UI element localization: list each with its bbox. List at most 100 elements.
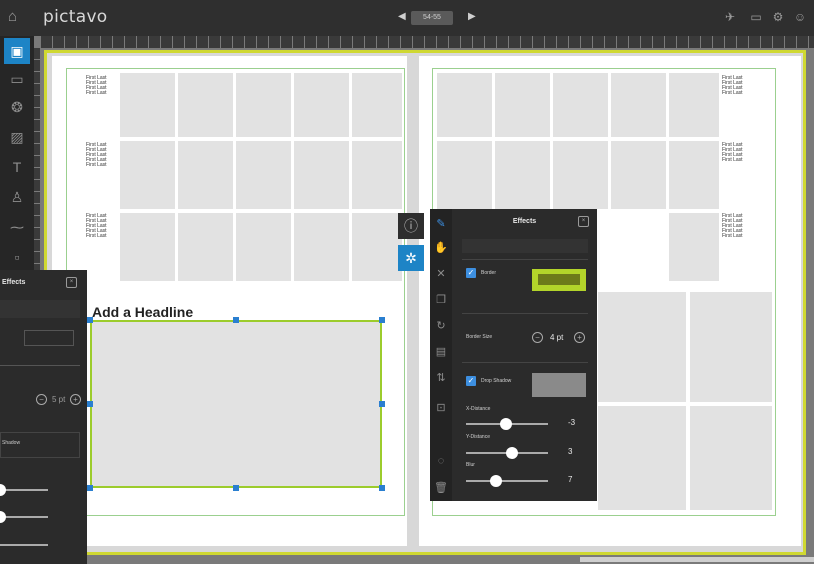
name-list[interactable]: First Last First Last First Last First L… — [86, 76, 107, 96]
photo-frame[interactable] — [352, 73, 402, 137]
photo-frame[interactable] — [598, 406, 686, 510]
name-list[interactable]: First Last First Last First Last First L… — [86, 214, 107, 239]
photo-frame[interactable] — [553, 141, 608, 209]
stamp-tool-icon[interactable]: ♙ — [4, 184, 30, 210]
photo-frame[interactable] — [611, 141, 666, 209]
photo-frame[interactable] — [178, 213, 233, 281]
resize-handle[interactable] — [87, 401, 93, 407]
blur-track[interactable] — [466, 480, 548, 482]
effects-preset-row[interactable] — [462, 239, 588, 253]
color-swatch[interactable] — [24, 330, 74, 346]
border-size-value[interactable]: 4 pt — [550, 333, 563, 342]
y-distance-slider[interactable] — [506, 447, 518, 459]
photo-frame[interactable] — [495, 141, 550, 209]
size-value[interactable]: 5 pt — [52, 395, 65, 404]
headline-text[interactable]: Add a Headline — [92, 304, 193, 320]
image-tool-icon[interactable]: ▨ — [4, 124, 30, 150]
slider-track[interactable] — [0, 544, 48, 546]
next-page-button[interactable]: ▶ — [468, 11, 476, 22]
shadow-color-swatch[interactable] — [532, 373, 586, 397]
photo-frame[interactable] — [495, 73, 550, 137]
photo-frame[interactable] — [294, 213, 349, 281]
effects-toggle-icon[interactable]: ✲ — [398, 245, 424, 271]
crop-icon[interactable]: ✕ — [433, 267, 449, 283]
slider-knob[interactable] — [0, 484, 6, 496]
photo-frame[interactable] — [178, 73, 233, 137]
trash-icon[interactable]: 🗑 — [433, 481, 449, 497]
name-list[interactable]: First Last First Last First Last First L… — [722, 214, 743, 239]
photo-frame[interactable] — [669, 73, 719, 137]
photo-frame[interactable] — [236, 73, 291, 137]
photo-frame[interactable] — [437, 73, 492, 137]
home-icon[interactable]: ⌂ — [8, 8, 28, 28]
name-list[interactable]: First Last First Last First Last First L… — [722, 143, 743, 163]
resize-handle[interactable] — [87, 485, 93, 491]
layers-icon[interactable]: ▤ — [433, 345, 449, 361]
gear-icon[interactable]: ⚙ — [770, 10, 786, 26]
x-distance-slider[interactable] — [500, 418, 512, 430]
name-list[interactable]: First Last First Last First Last First L… — [86, 143, 107, 168]
resize-handle[interactable] — [233, 485, 239, 491]
rotate-icon[interactable]: ↻ — [433, 319, 449, 335]
slider-knob[interactable] — [0, 511, 6, 523]
preset-row[interactable] — [0, 300, 80, 318]
drop-shadow-checkbox[interactable]: ✓ — [466, 376, 476, 386]
photo-frame[interactable] — [437, 141, 492, 209]
lock-icon[interactable]: ⊡ — [433, 401, 449, 417]
border-checkbox[interactable]: ✓ — [466, 268, 476, 278]
hand-icon[interactable]: ✋ — [433, 241, 449, 257]
user-icon[interactable]: ☺ — [792, 10, 808, 26]
photo-frame[interactable] — [120, 73, 175, 137]
background-tool-icon[interactable]: ❂ — [4, 94, 30, 120]
info-icon[interactable]: ⓘ — [398, 213, 424, 239]
photo-frame[interactable] — [352, 213, 402, 281]
flip-icon[interactable]: ⇅ — [433, 371, 449, 387]
photo-frame[interactable] — [120, 213, 175, 281]
more-tool-icon[interactable]: ▫ — [4, 244, 30, 270]
selected-photo-frame[interactable] — [90, 320, 382, 488]
photo-frame[interactable] — [553, 73, 608, 137]
brush-icon[interactable]: ✎ — [433, 217, 449, 233]
photo-frame[interactable] — [294, 141, 349, 209]
folder-icon[interactable]: ▭ — [748, 10, 764, 26]
photo-frame[interactable] — [690, 406, 772, 510]
border-size-increase[interactable]: + — [574, 332, 585, 343]
slider-track[interactable] — [0, 516, 48, 518]
resize-handle[interactable] — [379, 317, 385, 323]
photo-frame[interactable] — [598, 292, 686, 402]
shadow-swatch[interactable] — [0, 432, 80, 458]
resize-handle[interactable] — [379, 485, 385, 491]
page-number-field[interactable]: 54-55 — [411, 11, 453, 25]
y-distance-value[interactable]: 3 — [568, 447, 572, 456]
photo-frame[interactable] — [236, 213, 291, 281]
size-increase[interactable]: + — [70, 394, 81, 405]
photo-frame[interactable] — [669, 213, 719, 281]
layout-tool-icon[interactable]: ▣ — [4, 38, 30, 64]
line-tool-icon[interactable]: ⁓ — [4, 214, 30, 240]
resize-handle[interactable] — [379, 401, 385, 407]
horizontal-scrollbar[interactable] — [580, 557, 814, 562]
photo-frame[interactable] — [178, 141, 233, 209]
resize-handle[interactable] — [87, 317, 93, 323]
prev-page-button[interactable]: ◀ — [398, 11, 406, 22]
photo-frame[interactable] — [669, 141, 719, 209]
copy-icon[interactable]: ❐ — [433, 293, 449, 309]
size-decrease[interactable]: − — [36, 394, 47, 405]
page-tool-icon[interactable]: ▭ — [4, 66, 30, 92]
photo-frame[interactable] — [611, 73, 666, 137]
close-icon[interactable]: × — [578, 216, 589, 227]
text-tool-icon[interactable]: T — [4, 154, 30, 180]
blur-slider[interactable] — [490, 475, 502, 487]
slider-track[interactable] — [0, 489, 48, 491]
x-distance-value[interactable]: -3 — [568, 418, 575, 427]
hide-icon[interactable]: ◌ — [433, 455, 449, 471]
photo-frame[interactable] — [236, 141, 291, 209]
photo-frame[interactable] — [120, 141, 175, 209]
photo-frame[interactable] — [690, 292, 772, 402]
blur-value[interactable]: 7 — [568, 475, 572, 484]
photo-frame[interactable] — [294, 73, 349, 137]
close-icon[interactable]: × — [66, 277, 77, 288]
border-size-decrease[interactable]: − — [532, 332, 543, 343]
name-list[interactable]: First Last First Last First Last First L… — [722, 76, 743, 96]
rocket-icon[interactable]: ✈ — [722, 10, 738, 26]
